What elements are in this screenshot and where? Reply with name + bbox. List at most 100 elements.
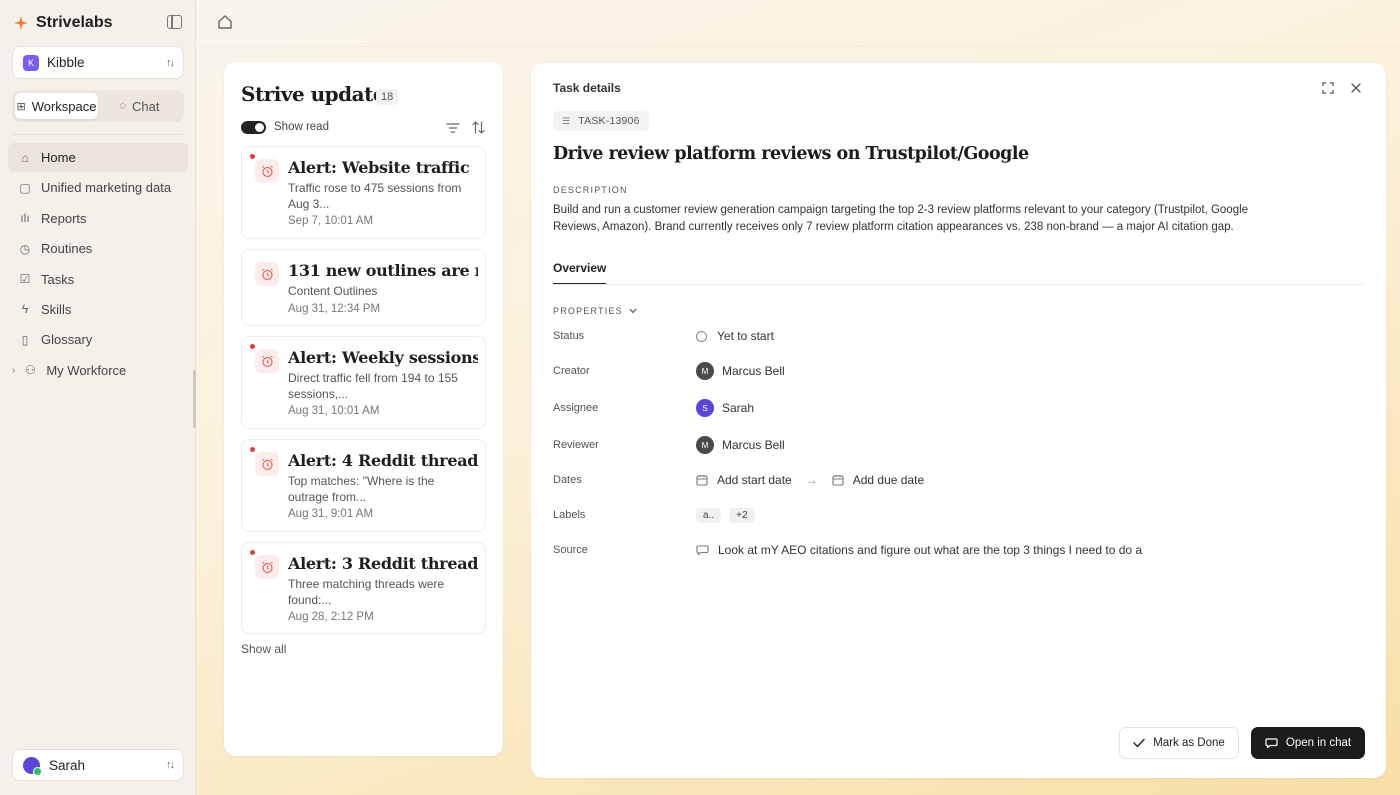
- update-title: Alert: Website traffic: [288, 158, 470, 177]
- updates-title: Strive updates: [241, 82, 396, 106]
- assignee-select[interactable]: S Sarah: [696, 399, 754, 417]
- updates-panel: Strive updates 18 Show read Alert: Websi…: [224, 62, 503, 756]
- update-time: Sep 7, 10:01 AM: [288, 215, 374, 227]
- nav-item-unified-marketing-data[interactable]: ▢ Unified marketing data: [8, 173, 188, 202]
- list-icon: ☰: [562, 115, 571, 126]
- source-text: Look at mY AEO citations and figure out …: [718, 543, 1143, 557]
- chat-bubble-icon: [696, 545, 709, 556]
- expand-icon[interactable]: [1322, 82, 1334, 94]
- reviewer-name: Marcus Bell: [722, 438, 785, 452]
- task-details-panel: Task details ☰ TASK-13906 Drive review p…: [531, 63, 1386, 778]
- property-name: Labels: [553, 509, 586, 521]
- unread-dot: [250, 154, 255, 159]
- tab-divider: [553, 284, 1364, 285]
- reviewer-select[interactable]: M Marcus Bell: [696, 436, 785, 454]
- property-name: Dates: [553, 474, 582, 486]
- tab-overview[interactable]: Overview: [553, 261, 607, 285]
- sidebar: Strivelabs K Kibble ↑↓ ⊞ Workspace ◌ Cha…: [0, 0, 196, 795]
- panel-header: Task details: [553, 81, 621, 95]
- property-assignee: Assignee S Sarah: [553, 398, 1333, 418]
- update-body: Top matches: "Where is the outrage from.…: [288, 474, 435, 504]
- avatar: S: [696, 399, 714, 417]
- bolt-icon: ϟ: [21, 302, 29, 317]
- update-card[interactable]: Alert: 4 Reddit threads Top matches: "Wh…: [241, 439, 486, 532]
- open-in-chat-button[interactable]: Open in chat: [1251, 727, 1365, 759]
- properties-toggle[interactable]: Properties: [553, 306, 637, 316]
- property-status: Status Yet to start: [553, 326, 1333, 346]
- avatar: M: [696, 436, 714, 454]
- nav-item-skills[interactable]: ϟ Skills: [8, 295, 188, 324]
- property-name: Reviewer: [553, 439, 599, 451]
- nav-item-my-workforce[interactable]: › ⚇ My Workforce: [8, 356, 188, 385]
- update-time: Aug 31, 9:01 AM: [288, 508, 374, 520]
- chat-bubble-icon: [1265, 738, 1278, 749]
- update-card[interactable]: Alert: Weekly sessions Direct traffic fe…: [241, 336, 486, 429]
- grid-icon: ⊞: [16, 100, 26, 113]
- sidebar-toggle-icon[interactable]: [167, 15, 182, 29]
- close-icon[interactable]: [1350, 82, 1362, 94]
- alarm-clock-icon: [255, 452, 279, 476]
- mode-workspace-button[interactable]: ⊞ Workspace: [15, 93, 98, 119]
- sort-icon[interactable]: [472, 120, 485, 135]
- org-switcher[interactable]: K Kibble ↑↓: [12, 46, 184, 79]
- filter-icon[interactable]: [446, 121, 460, 135]
- labels-value[interactable]: a.. +2: [696, 507, 763, 523]
- nav-item-glossary[interactable]: ▯ Glossary: [8, 325, 188, 354]
- user-icon: ⚇: [24, 363, 36, 378]
- nav-item-label: Glossary: [41, 332, 93, 348]
- nav-item-tasks[interactable]: ☑ Tasks: [8, 265, 188, 294]
- spark-logo-icon: [14, 16, 28, 30]
- update-body: Content Outlines: [288, 284, 378, 298]
- book-icon: ▯: [21, 332, 29, 347]
- due-date-button[interactable]: Add due date: [832, 473, 924, 487]
- start-date-button[interactable]: Add start date: [696, 473, 792, 487]
- checkmark-icon: [1133, 738, 1145, 748]
- clock-icon: ◷: [19, 241, 31, 256]
- mode-chat-label: Chat: [132, 98, 160, 114]
- mode-toggle: ⊞ Workspace ◌ Chat: [12, 90, 184, 122]
- creator-name: Marcus Bell: [722, 364, 785, 378]
- chevron-down-icon: [629, 308, 637, 314]
- nav-item-label: Routines: [41, 241, 93, 257]
- show-all-link[interactable]: Show all: [241, 642, 286, 656]
- home-icon[interactable]: [217, 14, 233, 30]
- nav-item-label: Reports: [41, 210, 87, 226]
- user-switcher[interactable]: Sarah ↑↓: [12, 749, 184, 781]
- updates-count-badge: 18: [376, 89, 399, 105]
- property-name: Creator: [553, 365, 590, 377]
- org-avatar: K: [23, 54, 39, 71]
- show-read-toggle[interactable]: [241, 121, 266, 134]
- chevron-right-icon[interactable]: ›: [12, 365, 15, 376]
- nav-item-routines[interactable]: ◷ Routines: [8, 234, 188, 263]
- start-date-label: Add start date: [717, 473, 792, 487]
- mode-chat-button[interactable]: ◌ Chat: [98, 93, 181, 119]
- mode-workspace-label: Workspace: [31, 98, 97, 114]
- source-link[interactable]: Look at mY AEO citations and figure out …: [696, 543, 1142, 557]
- update-card[interactable]: Alert: 3 Reddit threads Three matching t…: [241, 542, 486, 634]
- alarm-clock-icon: [255, 159, 279, 183]
- nav-item-reports[interactable]: ılı Reports: [8, 204, 188, 233]
- creator-value[interactable]: M Marcus Bell: [696, 362, 785, 380]
- label-more-chip[interactable]: +2: [729, 507, 755, 523]
- nav-item-label: Unified marketing data: [41, 180, 172, 196]
- checkbox-icon: ☑: [19, 272, 31, 287]
- brand-name: Strivelabs: [36, 14, 113, 31]
- label-chip[interactable]: a..: [696, 507, 722, 523]
- nav-item-label: Home: [41, 150, 76, 165]
- brand[interactable]: Strivelabs: [14, 14, 112, 32]
- mark-as-done-button[interactable]: Mark as Done: [1119, 727, 1239, 759]
- task-id: TASK-13906: [578, 115, 640, 127]
- status-select[interactable]: Yet to start: [696, 329, 774, 343]
- org-name: Kibble: [47, 55, 85, 70]
- update-time: Aug 31, 12:34 PM: [288, 303, 381, 315]
- open-in-chat-label: Open in chat: [1285, 737, 1352, 749]
- description-label: Description: [553, 185, 628, 195]
- alarm-clock-icon: [255, 555, 279, 579]
- nav-item-home[interactable]: ⌂ Home: [8, 143, 188, 172]
- update-card[interactable]: 131 new outlines are ready Content Outli…: [241, 249, 486, 326]
- description-text: Build and run a customer review generati…: [553, 204, 1249, 233]
- sidebar-scrollbar[interactable]: [193, 370, 196, 428]
- property-name: Source: [553, 544, 588, 556]
- task-id-badge[interactable]: ☰ TASK-13906: [553, 111, 649, 131]
- update-card[interactable]: Alert: Website traffic Traffic rose to 4…: [241, 146, 486, 239]
